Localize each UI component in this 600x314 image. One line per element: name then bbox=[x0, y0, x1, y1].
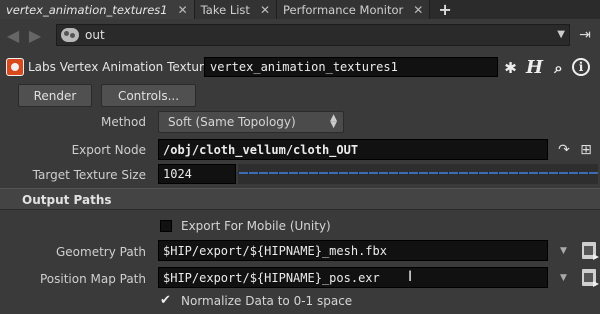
pin-icon[interactable]: ⇥ bbox=[576, 26, 594, 44]
export-node-field[interactable]: /obj/cloth_vellum/cloth_OUT bbox=[158, 139, 548, 160]
slider-tick bbox=[308, 172, 309, 175]
render-button[interactable]: Render bbox=[18, 84, 92, 107]
node-type-label: Labs Vertex Animation Textures bbox=[28, 60, 218, 74]
gear-icon[interactable]: ✱ bbox=[500, 57, 521, 78]
normalize-label: Normalize Data to 0-1 space bbox=[181, 294, 353, 308]
slider-tick bbox=[268, 172, 269, 175]
export-mobile-label: Export For Mobile (Unity) bbox=[181, 219, 331, 233]
slider-tick bbox=[558, 172, 559, 175]
file-chooser-icon[interactable] bbox=[582, 242, 596, 259]
slider-tick bbox=[408, 172, 409, 175]
output-paths-section[interactable]: Output Paths bbox=[0, 188, 600, 210]
output-context-icon bbox=[61, 28, 79, 42]
slider-tick bbox=[568, 172, 569, 175]
tab-take-list[interactable]: Take List ✕ bbox=[194, 0, 277, 19]
tab-vertex-animation-textures[interactable]: vertex_animation_textures1 ✕ bbox=[0, 0, 195, 19]
add-tab-icon[interactable]: + bbox=[430, 0, 459, 19]
path-bar: ◀ ▶ out ▼ ⇥ bbox=[0, 22, 600, 48]
slider-tick bbox=[278, 172, 279, 175]
close-icon[interactable]: ✕ bbox=[178, 3, 188, 17]
method-menu[interactable]: Soft (Same Topology) ▲ ▼ bbox=[158, 111, 344, 133]
export-node-label: Export Node bbox=[71, 143, 146, 157]
close-icon[interactable]: ✕ bbox=[413, 3, 423, 17]
tab-performance-monitor[interactable]: Performance Monitor ✕ bbox=[277, 0, 431, 19]
geometry-path-label: Geometry Path bbox=[55, 245, 146, 259]
jump-to-node-icon[interactable]: ↷ bbox=[554, 140, 574, 160]
slider-tick bbox=[448, 172, 449, 175]
normalize-checkbox[interactable]: ✔ bbox=[160, 293, 171, 308]
target-texture-size-field[interactable]: 1024 bbox=[158, 164, 236, 184]
slider-tick bbox=[518, 172, 519, 175]
target-texture-size-label: Target Texture Size bbox=[32, 168, 146, 182]
position-map-path-field[interactable]: $HIP/export/${HIPNAME}_pos.exr bbox=[158, 267, 548, 288]
chevron-down-icon[interactable]: ▼ bbox=[560, 246, 567, 256]
info-icon[interactable]: i bbox=[572, 58, 590, 76]
back-arrow-icon[interactable]: ◀ bbox=[4, 26, 22, 45]
search-icon[interactable]: ⌕ bbox=[548, 57, 569, 78]
slider-tick bbox=[348, 172, 349, 175]
tab-label: vertex_animation_textures1 bbox=[6, 2, 168, 17]
geometry-path-field[interactable]: $HIP/export/${HIPNAME}_mesh.fbx bbox=[158, 240, 548, 261]
slider-tick bbox=[338, 172, 339, 175]
chevron-down-icon[interactable]: ▼ bbox=[560, 273, 567, 283]
slider-tick bbox=[548, 172, 549, 175]
slider-tick bbox=[248, 172, 249, 175]
slider-tick bbox=[358, 172, 359, 175]
slider-tick bbox=[538, 172, 539, 175]
node-chooser-icon[interactable]: ⊞ bbox=[576, 140, 596, 160]
slider-tick bbox=[578, 172, 579, 175]
slider-tick bbox=[468, 172, 469, 175]
slider-tick bbox=[488, 172, 489, 175]
slider-tick bbox=[318, 172, 319, 175]
file-chooser-icon[interactable] bbox=[582, 269, 596, 286]
forward-arrow-icon[interactable]: ▶ bbox=[26, 26, 44, 45]
node-name-field[interactable]: vertex_animation_textures1 bbox=[204, 57, 498, 77]
slider-tick bbox=[458, 172, 459, 175]
slider-tick bbox=[368, 172, 369, 175]
slider-tick bbox=[508, 172, 509, 175]
method-value: Soft (Same Topology) bbox=[168, 115, 296, 129]
slider-tick bbox=[498, 172, 499, 175]
slider-tick bbox=[398, 172, 399, 175]
network-path-field[interactable]: out ▼ bbox=[56, 24, 570, 46]
chevron-down-icon[interactable]: ▼ bbox=[557, 29, 565, 40]
node-type-icon bbox=[6, 58, 24, 76]
slider-tick bbox=[288, 172, 289, 175]
export-mobile-checkbox[interactable] bbox=[160, 220, 172, 232]
text-cursor-icon: I bbox=[408, 269, 413, 285]
controls-button[interactable]: Controls... bbox=[101, 84, 196, 107]
section-title: Output Paths bbox=[22, 193, 112, 207]
tab-label: Take List bbox=[200, 2, 250, 17]
slider-tick bbox=[388, 172, 389, 175]
slider-tick bbox=[588, 172, 589, 175]
menu-arrows-icon: ▲ ▼ bbox=[330, 113, 337, 130]
close-icon[interactable]: ✕ bbox=[260, 3, 270, 17]
slider-tick bbox=[238, 172, 239, 175]
slider-tick bbox=[378, 172, 379, 175]
method-label: Method bbox=[100, 115, 146, 129]
slider-tick bbox=[428, 172, 429, 175]
slider-tick bbox=[328, 172, 329, 175]
slider-tick bbox=[298, 172, 299, 175]
slider-tick bbox=[258, 172, 259, 175]
tab-label: Performance Monitor bbox=[283, 2, 404, 17]
slider-tick bbox=[418, 172, 419, 175]
node-header: Labs Vertex Animation Textures vertex_an… bbox=[0, 54, 600, 80]
pane-tab-bar: vertex_animation_textures1 ✕ Take List ✕… bbox=[0, 0, 600, 19]
help-icon[interactable]: H bbox=[524, 57, 545, 78]
slider-tick bbox=[438, 172, 439, 175]
network-path: out bbox=[85, 28, 105, 42]
position-map-path-label: Position Map Path bbox=[39, 272, 146, 286]
slider-tick bbox=[478, 172, 479, 175]
slider-tick bbox=[528, 172, 529, 175]
